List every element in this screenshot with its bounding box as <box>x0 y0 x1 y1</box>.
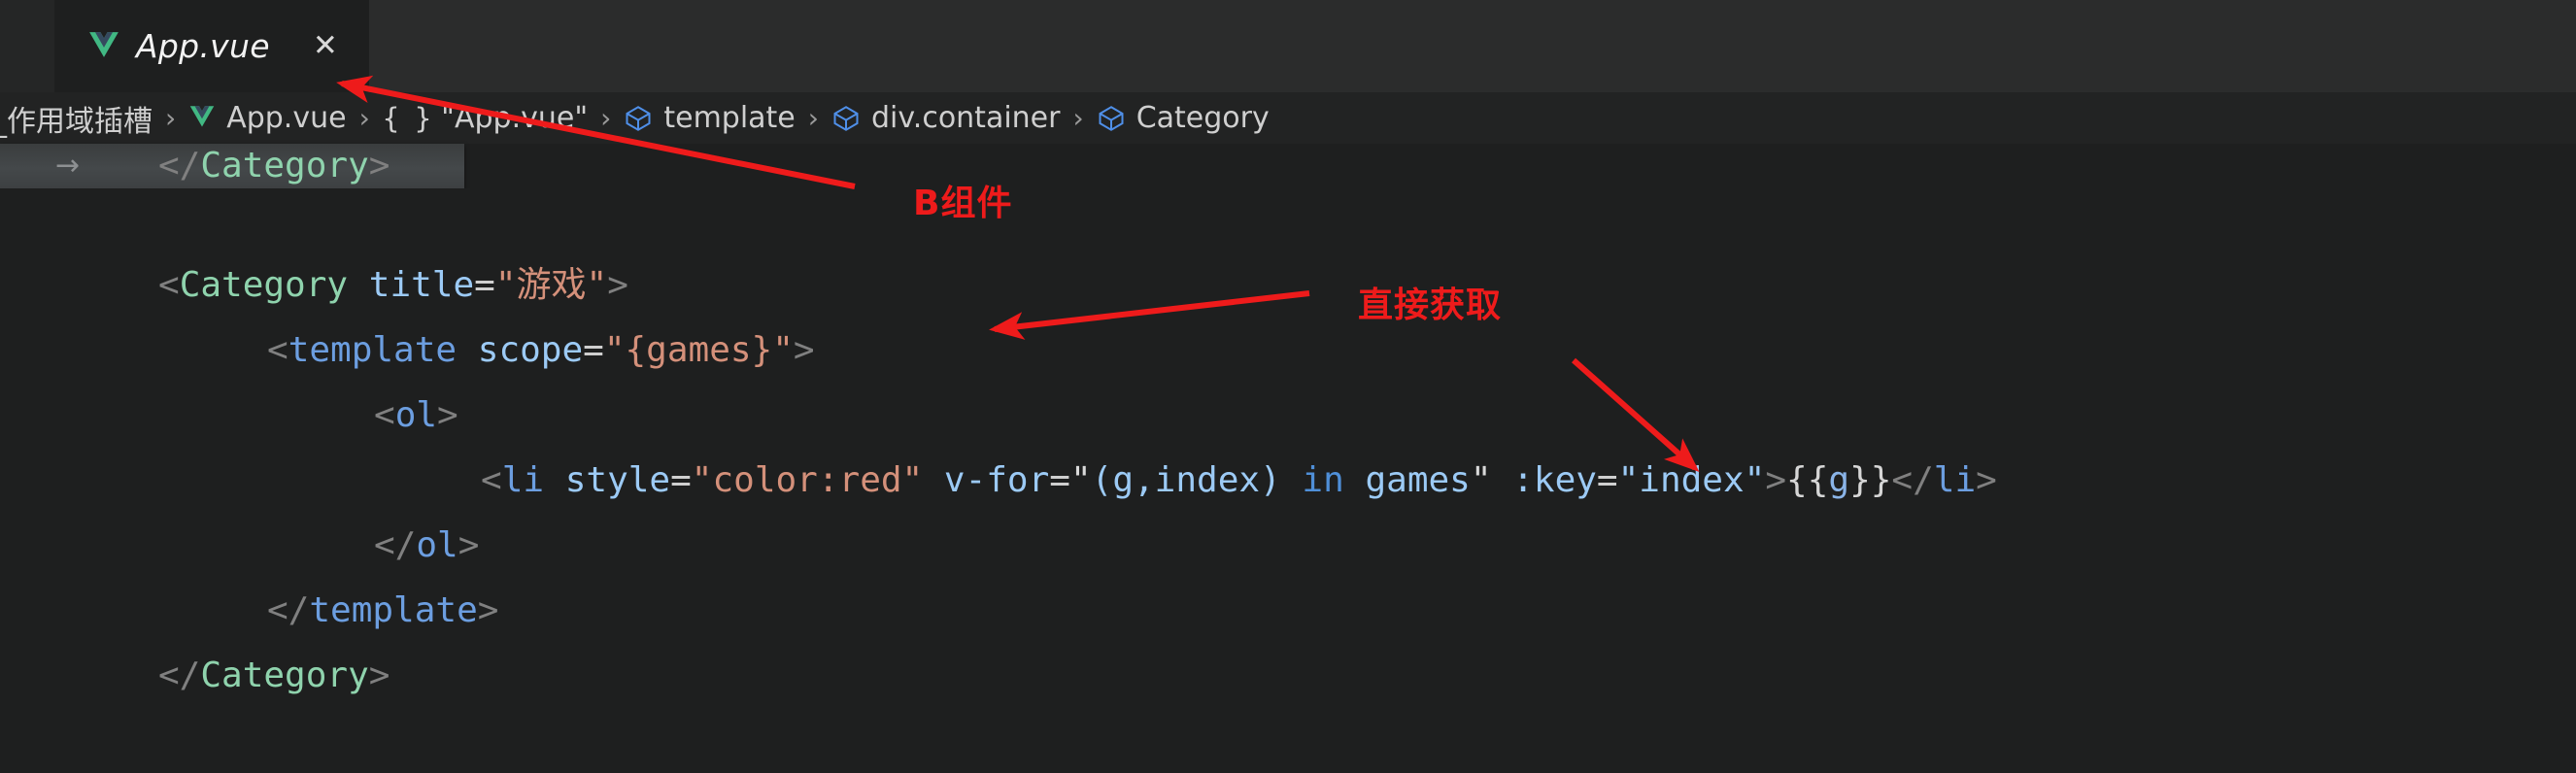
code-token: = <box>474 265 495 305</box>
code-token: }} <box>1849 460 1892 500</box>
tab-bar-leading-gutter <box>0 0 54 92</box>
code-token: g <box>1828 460 1850 500</box>
code-token: style <box>564 460 671 500</box>
cube-icon <box>1097 104 1126 133</box>
code-token: </ <box>158 655 201 695</box>
code-token: "游戏" <box>494 265 608 305</box>
code-token: scope <box>477 330 584 370</box>
code-token: " <box>1470 460 1492 500</box>
code-token: ol <box>416 525 458 565</box>
breadcrumb-item-workspace[interactable]: _作用域插槽 <box>0 97 153 140</box>
code-token: Category <box>200 655 369 695</box>
breadcrumb-label: Category <box>1135 100 1270 135</box>
breadcrumb-item-category[interactable]: Category <box>1097 100 1270 135</box>
code-token: v-for <box>943 460 1050 500</box>
code-content[interactable]: <Category title="游戏"> <template scope="{g… <box>0 188 2576 773</box>
breadcrumb-separator: › <box>165 102 177 134</box>
code-token: > <box>607 265 628 305</box>
code-line[interactable]: <Category title="游戏"> <box>0 252 2576 318</box>
breadcrumb-separator: › <box>358 102 370 134</box>
code-token: "{games}" <box>603 330 794 370</box>
code-line[interactable]: <template scope="{games}"> <box>0 318 2576 383</box>
code-token: > <box>437 395 458 435</box>
code-token: > <box>1765 460 1787 500</box>
breadcrumb-separator: › <box>600 102 612 134</box>
code-token: games <box>1365 460 1471 500</box>
code-editor-window: App.vue ✕ _作用域插槽 › App.vue › { } "App.vu… <box>0 0 2576 773</box>
code-token: > <box>368 146 390 185</box>
code-token: = <box>1596 460 1618 500</box>
code-token: Category <box>200 146 369 185</box>
annotation-direct-get: 直接获取 <box>1358 286 1503 325</box>
breadcrumb-item-div-container[interactable]: div.container <box>831 100 1061 135</box>
code-token: = <box>1049 460 1070 500</box>
code-token: > <box>793 330 815 370</box>
code-token: " <box>1069 460 1092 500</box>
code-token: > <box>477 590 499 630</box>
breadcrumb-label: "App.vue" <box>441 100 589 135</box>
code-line[interactable]: </ol> <box>0 513 2576 578</box>
breadcrumb-item-template[interactable]: template <box>624 100 796 135</box>
editor-tab-bar: App.vue ✕ <box>0 0 2576 92</box>
code-token: ol <box>394 395 438 435</box>
cube-icon <box>624 104 653 133</box>
code-line[interactable]: <li style="color:red" v-for="(g,index) i… <box>0 448 2576 513</box>
code-token: {{ <box>1786 460 1829 500</box>
vue-logo-icon <box>188 106 216 130</box>
breadcrumb-item-app-vue-symbol[interactable]: { } "App.vue" <box>383 102 588 135</box>
code-token: > <box>368 655 390 695</box>
code-token: </ <box>158 146 201 185</box>
code-line[interactable]: </template> <box>0 578 2576 643</box>
code-token: "index" <box>1617 460 1766 500</box>
sticky-scroll-line[interactable]: → </Category> <box>0 144 464 188</box>
breadcrumb-separator: › <box>807 102 819 134</box>
breadcrumb-label: div.container <box>870 100 1061 135</box>
breadcrumb: _作用域插槽 › App.vue › { } "App.vue" › templ… <box>0 92 2576 144</box>
breadcrumb-item-app-vue[interactable]: App.vue <box>188 100 347 135</box>
code-token: li <box>501 460 545 500</box>
code-token: (g,index) <box>1091 460 1281 500</box>
code-token: template <box>288 330 458 370</box>
code-token: < <box>481 460 502 500</box>
code-line[interactable]: </Category> <box>0 643 2576 708</box>
braces-icon: { } <box>382 101 431 135</box>
code-token: :key <box>1512 460 1597 500</box>
indent-arrow-icon: → <box>55 149 81 183</box>
sticky-line-code: </Category> <box>158 149 390 184</box>
tab-label: App.vue <box>136 27 270 65</box>
code-token: = <box>583 330 604 370</box>
code-token: li <box>1933 460 1977 500</box>
code-token: > <box>1976 460 1997 500</box>
code-token: </ <box>374 525 417 565</box>
code-token: title <box>368 265 475 305</box>
code-token: in <box>1302 460 1344 500</box>
code-token: > <box>458 525 480 565</box>
code-token: < <box>374 395 395 435</box>
code-token: </ <box>1891 460 1934 500</box>
code-token: </ <box>267 590 310 630</box>
annotation-b-component: B组件 <box>913 184 1013 223</box>
breadcrumb-label: template <box>663 100 796 135</box>
code-token: = <box>670 460 692 500</box>
breadcrumb-label: App.vue <box>226 100 347 135</box>
code-token: "color:red" <box>691 460 924 500</box>
code-line[interactable]: <ol> <box>0 383 2576 448</box>
cube-icon <box>831 104 861 133</box>
breadcrumb-separator: › <box>1072 102 1084 134</box>
close-icon[interactable]: ✕ <box>307 31 344 61</box>
code-token: Category <box>179 265 349 305</box>
tab-app-vue[interactable]: App.vue ✕ <box>54 0 369 92</box>
code-token: template <box>309 590 478 630</box>
code-token: < <box>158 265 180 305</box>
vue-logo-icon <box>87 31 120 61</box>
code-token: < <box>267 330 288 370</box>
